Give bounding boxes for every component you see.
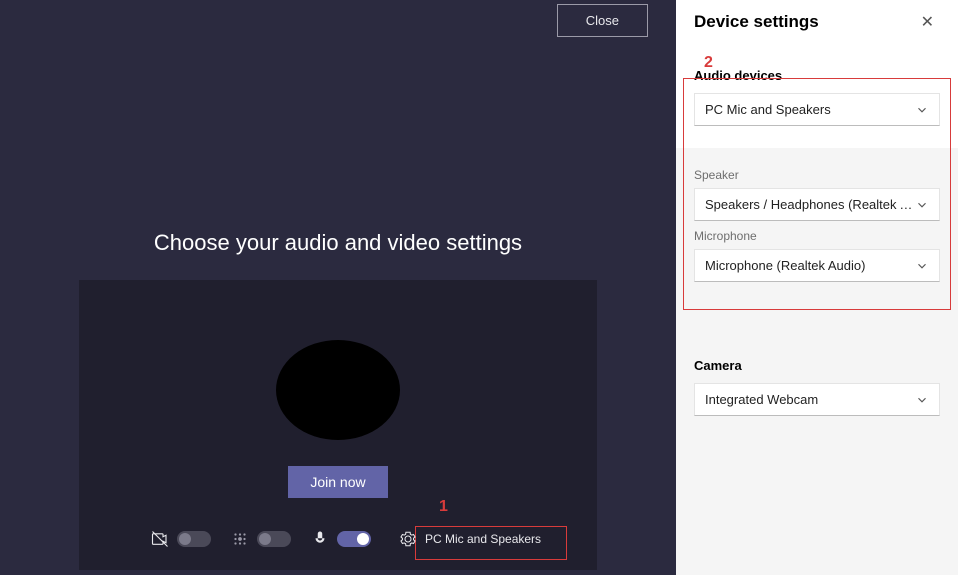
mic-icon xyxy=(311,530,329,548)
background-toggle[interactable] xyxy=(257,531,291,547)
avatar-placeholder xyxy=(276,340,400,440)
microphone-label: Microphone xyxy=(694,229,940,243)
speaker-value: Speakers / Headphones (Realtek Aud... xyxy=(705,197,915,212)
join-now-button[interactable]: Join now xyxy=(288,466,387,498)
device-settings-pill[interactable]: PC Mic and Speakers xyxy=(391,524,549,554)
close-button[interactable]: Close xyxy=(557,4,648,37)
camera-select[interactable]: Integrated Webcam xyxy=(694,383,940,416)
page-heading: Choose your audio and video settings xyxy=(154,230,522,256)
speaker-mic-section: Speaker Speakers / Headphones (Realtek A… xyxy=(676,148,958,304)
chevron-down-icon xyxy=(915,393,929,407)
device-settings-panel: Device settings ✕ 2 Audio devices PC Mic… xyxy=(676,0,958,575)
chevron-down-icon xyxy=(915,103,929,117)
prejoin-panel: Close Choose your audio and video settin… xyxy=(0,0,676,575)
device-settings-title: Device settings xyxy=(694,12,819,32)
chevron-down-icon xyxy=(915,259,929,273)
microphone-select[interactable]: Microphone (Realtek Audio) xyxy=(694,249,940,282)
audio-devices-section: Audio devices PC Mic and Speakers xyxy=(676,52,958,148)
audio-devices-value: PC Mic and Speakers xyxy=(705,102,831,117)
mic-toggle[interactable] xyxy=(337,531,371,547)
camera-value: Integrated Webcam xyxy=(705,392,818,407)
controls-row: PC Mic and Speakers xyxy=(151,524,549,554)
camera-off-icon xyxy=(151,530,169,548)
close-icon[interactable]: ✕ xyxy=(915,10,940,34)
chevron-down-icon xyxy=(915,198,929,212)
mic-control xyxy=(311,530,371,548)
audio-devices-label: Audio devices xyxy=(694,68,940,83)
microphone-value: Microphone (Realtek Audio) xyxy=(705,258,865,273)
speaker-label: Speaker xyxy=(694,168,940,182)
camera-section: Camera Integrated Webcam xyxy=(676,344,958,438)
speaker-select[interactable]: Speakers / Headphones (Realtek Aud... xyxy=(694,188,940,221)
background-control xyxy=(231,530,291,548)
side-header: Device settings ✕ xyxy=(676,0,958,52)
annotation-marker-2: 2 xyxy=(704,54,713,72)
audio-devices-select[interactable]: PC Mic and Speakers xyxy=(694,93,940,126)
background-blur-icon xyxy=(231,530,249,548)
camera-label: Camera xyxy=(694,358,940,373)
device-pill-label: PC Mic and Speakers xyxy=(425,532,541,546)
video-preview: Join now 1 PC Mic and Speakers xyxy=(79,280,597,570)
gear-icon xyxy=(399,530,417,548)
annotation-marker-1: 1 xyxy=(439,498,448,516)
camera-toggle[interactable] xyxy=(177,531,211,547)
camera-control xyxy=(151,530,211,548)
